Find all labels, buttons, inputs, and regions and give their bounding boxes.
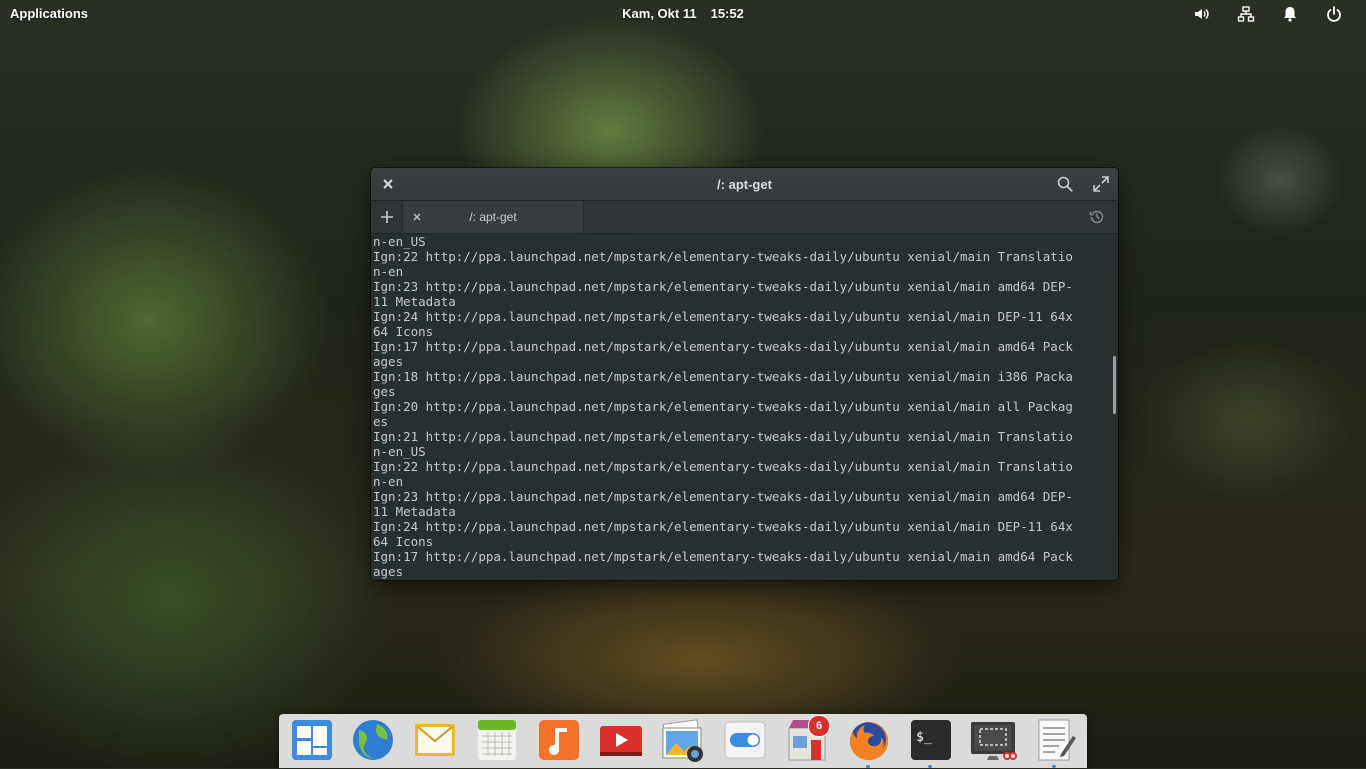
firefox-icon[interactable] <box>845 716 893 764</box>
tab-label: /: apt-get <box>469 210 517 224</box>
top-panel: Applications Kam, Okt 11 15:52 <box>0 0 1366 28</box>
terminal-line: 11 Metadata <box>373 294 456 309</box>
multitasking-view-icon[interactable] <box>288 716 336 764</box>
terminal-line: Ign:24 http://ppa.launchpad.net/mpstark/… <box>373 309 1073 324</box>
terminal-line: n-en_US <box>373 444 426 459</box>
scrollbar[interactable] <box>1113 356 1116 414</box>
terminal-line: Ign:23 http://ppa.launchpad.net/mpstark/… <box>373 489 1073 504</box>
datetime-indicator: Kam, Okt 11 15:52 <box>0 6 1366 21</box>
terminal-line: Ign:17 http://ppa.launchpad.net/mpstark/… <box>373 549 1073 564</box>
mail-icon[interactable] <box>411 716 459 764</box>
videos-icon[interactable] <box>597 716 645 764</box>
terminal-icon[interactable]: $_ <box>907 716 955 764</box>
window-titlebar[interactable]: /: apt-get <box>371 168 1118 201</box>
window-title: /: apt-get <box>717 177 772 192</box>
search-icon[interactable] <box>1056 175 1074 193</box>
terminal-line: Ign:21 http://ppa.launchpad.net/mpstark/… <box>373 429 1073 444</box>
terminal-line: n-en_US <box>373 234 426 249</box>
terminal-line: Ign:18 http://ppa.launchpad.net/mpstark/… <box>373 369 1073 384</box>
volume-icon[interactable] <box>1180 5 1224 23</box>
terminal-line: 64 Icons <box>373 324 434 339</box>
network-icon[interactable] <box>1224 5 1268 23</box>
applications-menu[interactable]: Applications <box>10 6 88 21</box>
appcenter-badge: 6 <box>808 715 830 737</box>
terminal-line: Ign:17 http://ppa.launchpad.net/mpstark/… <box>373 339 1073 354</box>
terminal-window: /: apt-get /: apt-get n-en_US Ign:22 http… <box>371 168 1118 580</box>
terminal-line: Ign:24 http://ppa.launchpad.net/mpstark/… <box>373 519 1073 534</box>
terminal-line: 64 Icons <box>373 534 434 549</box>
terminal-line: ages <box>373 564 404 579</box>
terminal-line: ages <box>373 354 404 369</box>
date-label[interactable]: Kam, Okt 11 <box>622 6 696 21</box>
web-browser-icon[interactable] <box>349 716 397 764</box>
calendar-icon[interactable] <box>473 716 521 764</box>
tab-bar: /: apt-get <box>371 201 1118 234</box>
svg-text:$_: $_ <box>916 730 932 745</box>
maximize-icon[interactable] <box>1092 175 1110 193</box>
terminal-line: ges <box>373 384 396 399</box>
dock: $_ <box>279 714 1087 768</box>
terminal-line: Ign:20 http://ppa.launchpad.net/mpstark/… <box>373 399 1073 414</box>
terminal-output[interactable]: n-en_US Ign:22 http://ppa.launchpad.net/m… <box>371 234 1118 580</box>
time-label[interactable]: 15:52 <box>711 6 744 21</box>
notifications-icon[interactable] <box>1268 5 1312 23</box>
terminal-line: Ign:23 http://ppa.launchpad.net/mpstark/… <box>373 279 1073 294</box>
text-editor-icon[interactable] <box>1031 716 1079 764</box>
power-icon[interactable] <box>1312 5 1356 23</box>
system-settings-icon[interactable] <box>721 716 769 764</box>
terminal-line: n-en <box>373 474 404 489</box>
music-icon[interactable] <box>535 716 583 764</box>
terminal-line: 11 Metadata <box>373 504 456 519</box>
tab-apt-get[interactable]: /: apt-get <box>403 201 584 233</box>
screenshot-icon[interactable] <box>969 716 1017 764</box>
terminal-line: n-en <box>373 264 404 279</box>
terminal-line: es <box>373 414 389 429</box>
terminal-line: Ign:22 http://ppa.launchpad.net/mpstark/… <box>373 249 1073 264</box>
new-tab-button[interactable] <box>371 201 403 233</box>
terminal-line: Ign:22 http://ppa.launchpad.net/mpstark/… <box>373 459 1073 474</box>
photos-icon[interactable] <box>659 716 707 764</box>
system-tray <box>1180 5 1356 23</box>
history-icon[interactable] <box>1088 208 1106 226</box>
